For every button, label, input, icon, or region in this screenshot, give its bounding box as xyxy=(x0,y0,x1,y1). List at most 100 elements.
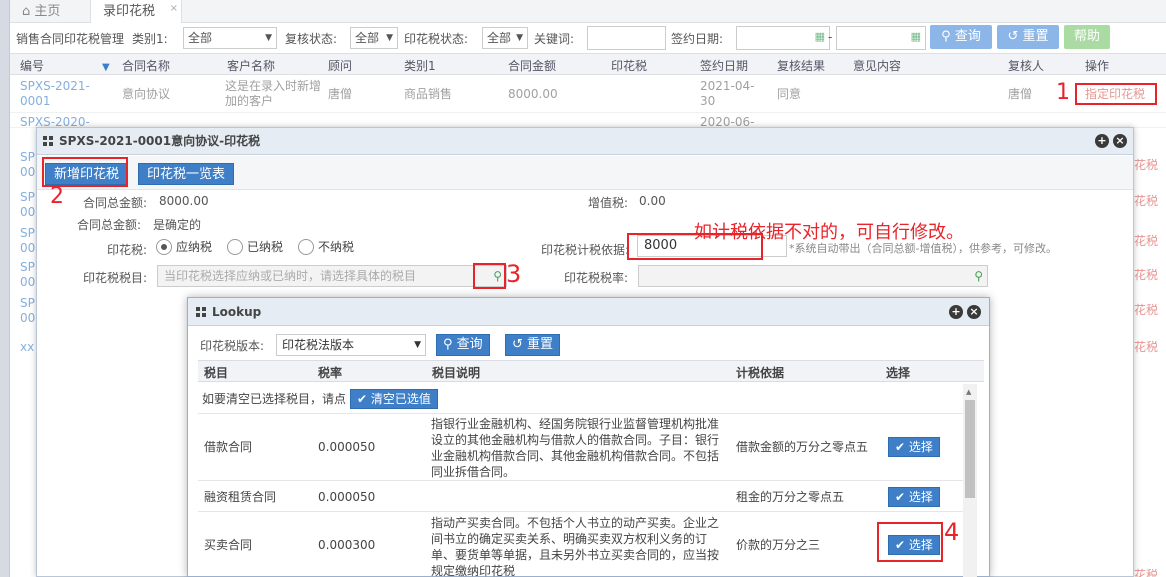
tab-home[interactable]: ⌂ 主页 xyxy=(10,0,72,23)
help-button-label: 帮助 xyxy=(1073,29,1100,44)
chevron-down-icon: ▼ xyxy=(265,33,272,43)
review-status-select[interactable]: 全部 ▼ xyxy=(350,27,398,49)
scroll-thumb[interactable] xyxy=(965,400,975,498)
lookup-query-button[interactable]: ⚲ 查询 xyxy=(436,334,490,356)
radio-exempt-label: 不纳税 xyxy=(318,240,355,254)
col-advisor[interactable]: 顾问 xyxy=(328,57,352,74)
tax-item-input[interactable]: 当印花税选择应纳或已纳时，请选择具体的税目 ⚲ xyxy=(157,265,507,287)
col-item: 税目 xyxy=(204,366,229,380)
help-button[interactable]: 帮助 xyxy=(1064,25,1110,49)
keyword-input[interactable] xyxy=(587,26,666,50)
reset-button[interactable]: ↺ 重置 xyxy=(997,25,1059,49)
tab-stamp-tax[interactable]: 录印花税 × xyxy=(90,0,182,23)
col-reviewer[interactable]: 复核人 xyxy=(1008,57,1044,74)
lookup-title-bar: Lookup + × xyxy=(188,298,989,326)
grid-icon xyxy=(196,307,206,317)
search-icon: ⚲ xyxy=(443,337,453,352)
left-nav-strip xyxy=(0,0,10,577)
annotation-box-4 xyxy=(877,522,943,562)
grid-icon xyxy=(43,136,53,146)
radio-circle xyxy=(227,239,243,255)
chevron-down-icon: ▼ xyxy=(414,340,421,350)
pick-button[interactable]: ✔ 选择 xyxy=(888,487,940,507)
category-select[interactable]: 全部 ▼ xyxy=(183,27,277,49)
vat-value: 0.00 xyxy=(639,194,666,208)
pick-button[interactable]: ✔ 选择 xyxy=(888,437,940,457)
stamp-status-select[interactable]: 全部 ▼ xyxy=(482,27,528,49)
version-value: 印花税法版本 xyxy=(282,338,355,352)
radio-exempt[interactable]: 不纳税 xyxy=(298,238,354,255)
annotation-box-2 xyxy=(42,157,128,187)
col-amount[interactable]: 合同金额 xyxy=(508,57,556,74)
col-rate: 税率 xyxy=(318,366,343,380)
scroll-up-icon[interactable]: ▲ xyxy=(966,388,971,396)
col-date[interactable]: 签约日期 xyxy=(700,57,748,74)
tax-basis-label: 印花税计税依据: xyxy=(541,243,630,257)
col-customer[interactable]: 客户名称 xyxy=(227,57,275,74)
col-result[interactable]: 复核结果 xyxy=(777,57,825,74)
list-item[interactable]: 买卖合同 0.000300 指动产买卖合同。不包括个人书立的动产买卖。企业之间书… xyxy=(198,513,964,577)
lookup-scrollbar[interactable]: ▲ xyxy=(963,384,977,577)
col-stamp-tax[interactable]: 印花税 xyxy=(611,57,647,74)
item-name: 融资租赁合同 xyxy=(204,490,277,504)
home-icon: ⌂ xyxy=(22,4,31,19)
tax-rate-label: 印花税税率: xyxy=(564,271,629,285)
list-item[interactable]: 借款合同 0.000050 指银行业金融机构、经国务院银行业监督管理机构批准设立… xyxy=(198,415,964,481)
calendar-icon[interactable]: ▦ xyxy=(911,30,921,43)
annotation-number-3: 3 xyxy=(506,260,522,288)
lookup-query-label: 查询 xyxy=(456,337,483,352)
list-item[interactable]: 融资租赁合同 0.000050 租金的万分之零点五 ✔ 选择 xyxy=(198,482,964,512)
item-basis: 租金的万分之零点五 xyxy=(736,490,845,504)
query-button[interactable]: ⚲ 查询 xyxy=(930,25,992,49)
radio-circle xyxy=(298,239,314,255)
col-pick: 选择 xyxy=(886,366,911,380)
date-end-input[interactable]: ▦ xyxy=(836,26,926,50)
dialog-title: SPXS-2021-0001意向协议-印花税 xyxy=(59,134,261,148)
close-icon[interactable]: × xyxy=(967,305,981,319)
version-select[interactable]: 印花税法版本 ▼ xyxy=(276,334,426,356)
refresh-icon: ↺ xyxy=(1007,29,1019,44)
item-name: 借款合同 xyxy=(204,440,253,454)
lookup-dialog: Lookup + × 印花税版本: 印花税法版本 ▼ ⚲ 查询 ↺ 重置 税目 税… xyxy=(187,297,990,577)
close-icon[interactable]: × xyxy=(1113,134,1127,148)
version-label: 印花税版本: xyxy=(200,339,265,353)
total-amount-label: 合同总金额: xyxy=(83,196,148,210)
clear-selection-button[interactable]: ✔ 清空已选值 xyxy=(350,389,438,409)
query-button-label: 查询 xyxy=(954,29,981,44)
tab-bar: ⌂ 主页 录印花税 × xyxy=(10,0,1166,23)
col-id[interactable]: 编号 xyxy=(20,57,44,74)
stamp-tax-list-button[interactable]: 印花税一览表 xyxy=(138,163,235,185)
clear-selection-label: 清空已选值 xyxy=(370,392,431,406)
chevron-down-icon: ▼ xyxy=(516,33,523,43)
lookup-reset-button[interactable]: ↺ 重置 xyxy=(505,334,561,356)
col-category[interactable]: 类别1 xyxy=(404,57,436,74)
sort-icon[interactable]: ▼ xyxy=(102,62,110,73)
col-opinion[interactable]: 意见内容 xyxy=(853,57,901,74)
search-icon[interactable]: ⚲ xyxy=(974,266,983,286)
col-desc: 税目说明 xyxy=(432,366,481,380)
reset-button-label: 重置 xyxy=(1022,29,1049,44)
radio-payable[interactable]: 应纳税 xyxy=(156,238,212,255)
tab-home-label: 主页 xyxy=(34,4,61,19)
maximize-icon[interactable]: + xyxy=(1095,134,1109,148)
tax-item-label: 印花税税目: xyxy=(83,271,148,285)
sign-date-label: 签约日期: xyxy=(671,32,724,46)
clear-row: 如要清空已选择税目，请点 ✔ 清空已选值 xyxy=(198,384,964,414)
calendar-icon[interactable]: ▦ xyxy=(815,30,825,43)
annotation-number-4: 4 xyxy=(944,518,960,546)
close-icon[interactable]: × xyxy=(170,0,178,20)
maximize-icon[interactable]: + xyxy=(949,305,963,319)
radio-paid[interactable]: 已纳税 xyxy=(227,238,283,255)
review-status-label: 复核状态: xyxy=(285,32,338,46)
grid-header: 编号 ▼ 合同名称 客户名称 顾问 类别1 合同金额 印花税 签约日期 复核结果… xyxy=(10,53,1166,75)
tax-rate-input[interactable]: ⚲ xyxy=(638,265,988,287)
stamp-status-value: 全部 xyxy=(487,31,512,45)
total-amount-value: 8000.00 xyxy=(159,194,209,208)
search-icon: ⚲ xyxy=(941,29,951,44)
breadcrumb: 销售合同印花税管理 xyxy=(16,32,125,46)
col-name[interactable]: 合同名称 xyxy=(122,57,170,74)
date-start-input[interactable]: ▦ xyxy=(736,26,830,50)
category-label: 类别1: xyxy=(132,32,168,46)
lookup-table-header: 税目 税率 税目说明 计税依据 选择 xyxy=(198,360,984,382)
chevron-down-icon: ▼ xyxy=(386,33,393,43)
